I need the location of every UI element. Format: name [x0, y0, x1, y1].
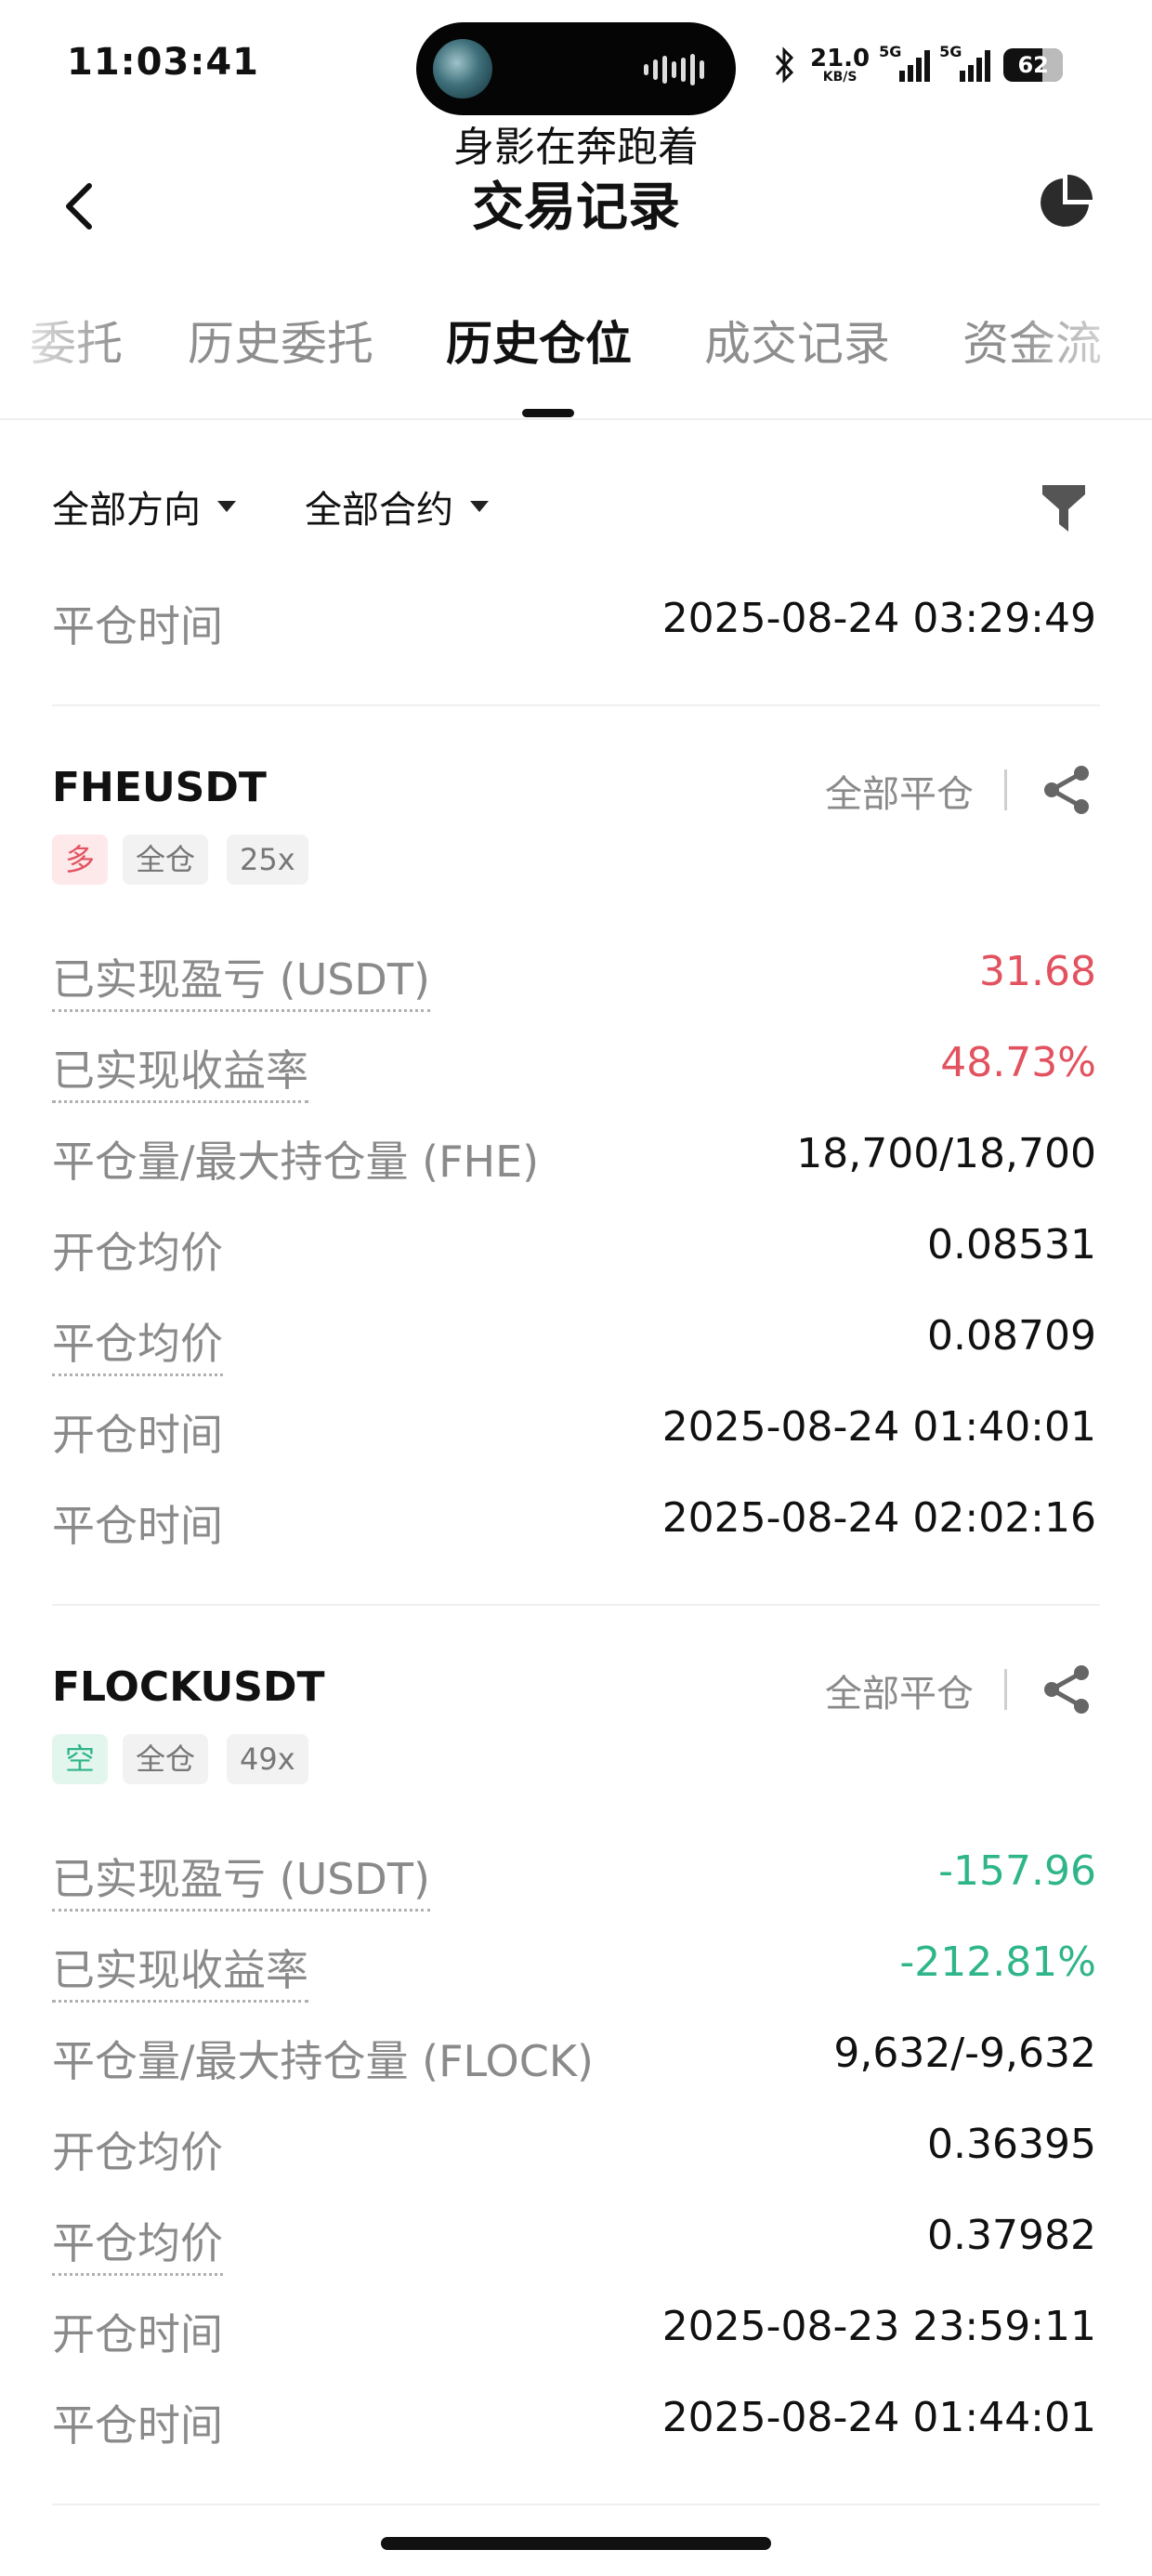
back-arrow-icon[interactable] — [52, 173, 108, 238]
action-divider — [1004, 1669, 1007, 1710]
close-price-value: 0.08709 — [927, 1312, 1096, 1360]
open-price-value: 0.36395 — [927, 2121, 1096, 2168]
realized-roi-value: -212.81% — [899, 1939, 1096, 1986]
leverage-badge: 49x — [227, 1734, 308, 1784]
direction-filter-label: 全部方向 — [52, 489, 201, 532]
realized-roi-value: 48.73% — [940, 1039, 1096, 1086]
status-icons: 21.0 KB/S 5G 5G 62 — [773, 43, 1064, 87]
close-price-value: 0.37982 — [927, 2212, 1096, 2259]
realized-roi-label[interactable]: 已实现收益率 — [52, 1937, 308, 2003]
now-playing-artwork — [433, 39, 492, 99]
tab-trade-history[interactable]: 成交记录 — [704, 307, 890, 374]
close-volume-value: 18,700/18,700 — [796, 1130, 1096, 1177]
close-time-value: 2025-08-24 02:02:16 — [661, 1494, 1096, 1542]
realized-pnl-value: 31.68 — [979, 948, 1096, 995]
margin-mode-badge: 全仓 — [123, 1734, 209, 1784]
position-symbol[interactable]: FHEUSDT — [52, 764, 267, 811]
position-symbol[interactable]: FLOCKUSDT — [52, 1663, 325, 1711]
action-divider — [1004, 769, 1007, 810]
active-tab-indicator — [522, 409, 574, 417]
tab-position-history[interactable]: 历史仓位 — [446, 307, 632, 374]
open-price-label: 开仓均价 — [52, 2127, 223, 2177]
realized-pnl-value: -157.96 — [938, 1847, 1096, 1895]
open-price-label: 开仓均价 — [52, 1228, 223, 1278]
page-title: 交易记录 — [472, 177, 680, 238]
close-all-button[interactable]: 全部平仓 — [825, 1663, 974, 1717]
open-price-value: 0.08531 — [927, 1221, 1096, 1268]
bluetooth-icon — [775, 46, 794, 84]
realized-roi-label[interactable]: 已实现收益率 — [52, 1037, 308, 1103]
direction-filter[interactable]: 全部方向 — [52, 480, 236, 533]
close-volume-label: 平仓量/最大持仓量 (FHE) — [52, 1137, 540, 1187]
tab-divider — [0, 418, 1152, 420]
open-time-value: 2025-08-23 23:59:11 — [661, 2303, 1096, 2350]
home-indicator[interactable] — [381, 2537, 771, 2550]
share-icon[interactable] — [1039, 1662, 1094, 1717]
open-time-label: 开仓时间 — [52, 2309, 223, 2359]
close-volume-label: 平仓量/最大持仓量 (FLOCK) — [52, 2036, 594, 2086]
record-separator — [52, 2504, 1100, 2505]
leverage-badge: 25x — [227, 835, 308, 885]
close-time-label: 平仓时间 — [52, 2400, 223, 2451]
tab-order-history[interactable]: 历史委托 — [188, 307, 373, 374]
account-name: 身影在奔跑着 — [453, 124, 699, 171]
share-icon[interactable] — [1039, 762, 1094, 818]
close-time-label: 平仓时间 — [52, 601, 223, 651]
open-time-label: 开仓时间 — [52, 1410, 223, 1460]
realized-pnl-label[interactable]: 已实现盈亏 (USDT) — [52, 946, 430, 1012]
side-badge-short: 空 — [52, 1734, 109, 1784]
dynamic-island[interactable] — [416, 22, 736, 115]
caret-down-icon — [470, 501, 489, 512]
signal-tag: 5G — [879, 43, 902, 60]
record-separator — [52, 1604, 1100, 1606]
signal-5g-icon-2: 5G — [939, 43, 991, 82]
margin-mode-badge: 全仓 — [123, 835, 209, 885]
contract-filter[interactable]: 全部合约 — [305, 480, 489, 533]
side-badge-long: 多 — [52, 835, 109, 885]
close-price-label[interactable]: 平仓均价 — [52, 2210, 223, 2276]
audio-wave-icon — [644, 54, 704, 85]
battery-level: 62 — [1017, 52, 1049, 78]
record-separator — [52, 704, 1100, 706]
close-time-label: 平仓时间 — [52, 1501, 223, 1551]
signal-5g-icon: 5G — [879, 43, 931, 82]
realized-pnl-label[interactable]: 已实现盈亏 (USDT) — [52, 1846, 430, 1912]
tab-fade-right — [1013, 307, 1152, 390]
signal-tag-2: 5G — [939, 43, 962, 60]
close-time-value: 2025-08-24 01:44:01 — [661, 2394, 1096, 2441]
network-speed-value: 21.0 — [810, 45, 871, 72]
close-all-button[interactable]: 全部平仓 — [825, 764, 974, 818]
battery-icon: 62 — [1003, 48, 1064, 82]
filter-funnel-icon[interactable] — [1041, 481, 1087, 533]
tab-bar: 委托 历史委托 历史仓位 成交记录 资金流 — [0, 307, 1152, 381]
status-time: 11:03:41 — [67, 41, 259, 84]
caret-down-icon — [217, 501, 236, 512]
network-speed-unit: KB/S — [822, 70, 857, 85]
close-price-label[interactable]: 平仓均价 — [52, 1310, 223, 1376]
close-time-value: 2025-08-24 03:29:49 — [661, 595, 1096, 642]
network-speed: 21.0 KB/S — [810, 46, 870, 84]
open-time-value: 2025-08-24 01:40:01 — [661, 1403, 1096, 1451]
tab-fade-left — [0, 307, 121, 390]
close-volume-value: 9,632/-9,632 — [833, 2030, 1096, 2077]
pie-chart-icon[interactable] — [1035, 173, 1094, 232]
contract-filter-label: 全部合约 — [305, 489, 453, 532]
